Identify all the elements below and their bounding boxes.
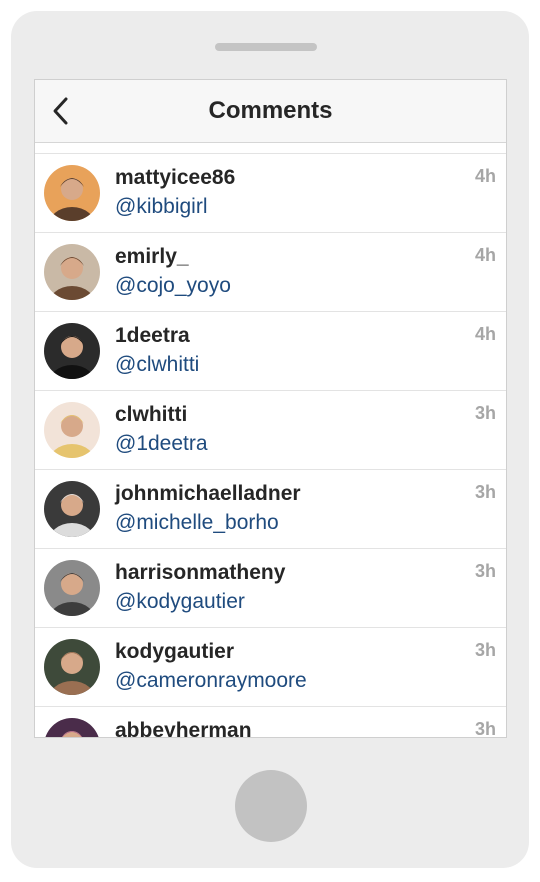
comment-mention[interactable]: @1deetra	[115, 431, 208, 457]
page-title: Comments	[208, 97, 333, 124]
comment-timestamp: 4h	[474, 324, 496, 344]
comment-row: harrisonmatheny @kodygautier 3h	[35, 549, 506, 628]
comment-mention[interactable]: @michelle_borho	[115, 510, 279, 536]
comment-row: johnmichaelladner @michelle_borho 3h	[35, 470, 506, 549]
comment-row: emirly_ @cojo_yoyo 4h	[35, 233, 506, 312]
comment-row: 1deetra @clwhitti 4h	[35, 312, 506, 391]
comment-mention[interactable]: @cameronraymoore	[115, 668, 307, 694]
comment-timestamp: 3h	[474, 719, 496, 738]
avatar[interactable]	[44, 560, 100, 616]
comment-timestamp: 3h	[474, 640, 496, 660]
comment-username[interactable]: kodygautier	[115, 639, 234, 665]
comment-row: mattyicee86 @kibbigirl 4h	[35, 154, 506, 233]
comment-row: kodygautier @cameronraymoore 3h	[35, 628, 506, 707]
comment-row: clwhitti @1deetra 3h	[35, 391, 506, 470]
avatar[interactable]	[44, 481, 100, 537]
comment-timestamp: 3h	[474, 561, 496, 581]
comment-timestamp: 3h	[474, 403, 496, 423]
comment-timestamp: 4h	[474, 166, 496, 186]
comments-list: mattyicee86 @kibbigirl 4h emirly_ @cojo_…	[35, 143, 506, 738]
comment-username[interactable]: emirly_	[115, 244, 189, 270]
comment-mention[interactable]: @cojo_yoyo	[115, 273, 231, 299]
comment-mention[interactable]: @kibbigirl	[115, 194, 208, 220]
phone-frame: Comments mattyicee86 @kibbigirl 4h emirl…	[11, 11, 529, 868]
avatar[interactable]	[44, 165, 100, 221]
comment-username[interactable]: mattyicee86	[115, 165, 235, 191]
navigation-bar: Comments	[35, 80, 506, 143]
comment-mention[interactable]: @kodygautier	[115, 589, 245, 615]
comment-row: abbeyherman 3h	[35, 707, 506, 738]
comment-username[interactable]: clwhitti	[115, 402, 187, 428]
comment-timestamp: 4h	[474, 245, 496, 265]
comment-mention[interactable]: @clwhitti	[115, 352, 199, 378]
home-button[interactable]	[235, 770, 307, 842]
comment-timestamp: 3h	[474, 482, 496, 502]
comment-username[interactable]: abbeyherman	[115, 718, 252, 737]
avatar[interactable]	[44, 244, 100, 300]
avatar[interactable]	[44, 718, 100, 737]
avatar[interactable]	[44, 402, 100, 458]
comment-username[interactable]: johnmichaelladner	[115, 481, 301, 507]
avatar[interactable]	[44, 323, 100, 379]
comment-username[interactable]: harrisonmatheny	[115, 560, 285, 586]
app-screen: Comments mattyicee86 @kibbigirl 4h emirl…	[34, 79, 507, 738]
comment-username[interactable]: 1deetra	[115, 323, 190, 349]
speaker-grille	[215, 43, 317, 51]
list-top-divider	[35, 143, 506, 154]
avatar[interactable]	[44, 639, 100, 695]
